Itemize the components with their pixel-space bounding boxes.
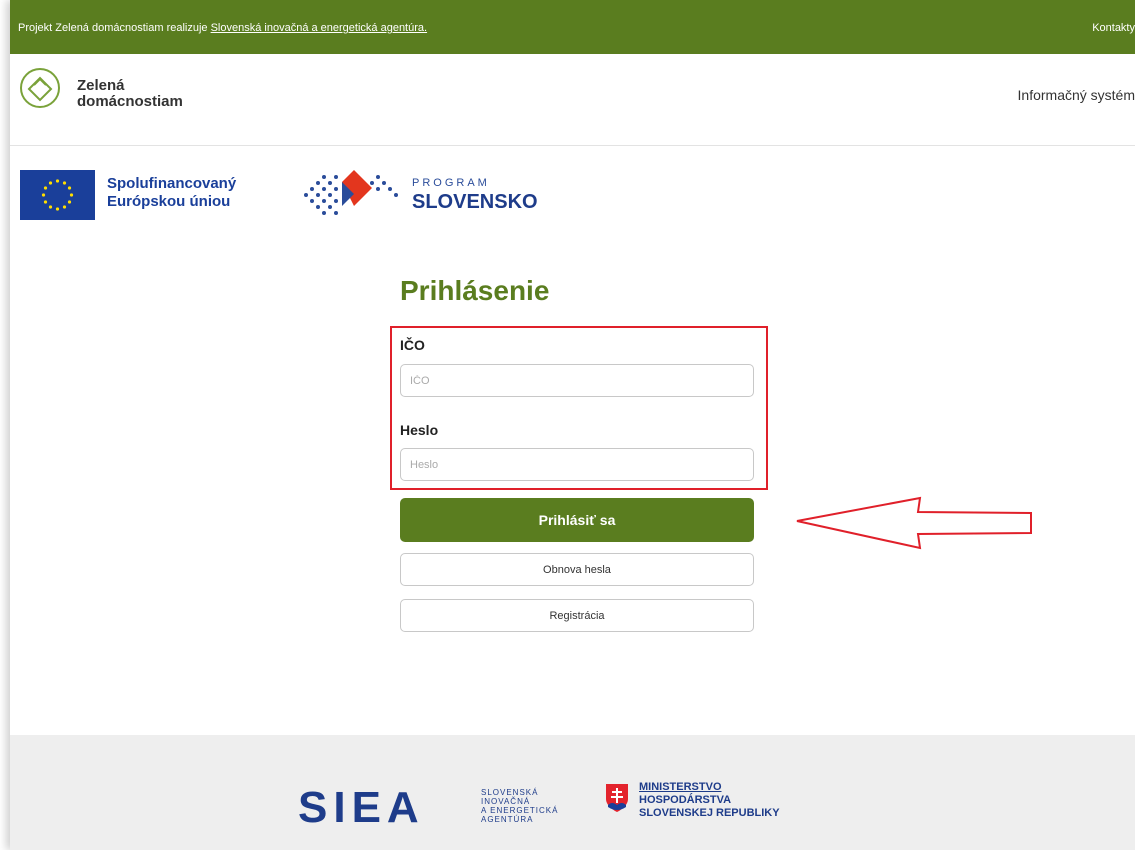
eu-text-line-1: Spolufinancovaný [107, 175, 237, 192]
ministry-line-2: HOSPODÁRSTVA [639, 794, 732, 806]
project-notice: Projekt Zelená domácnostiam realizuje Sl… [18, 22, 427, 34]
contacts-link[interactable]: Kontakty [1092, 22, 1135, 34]
password-label: Heslo [400, 422, 439, 438]
ministry-name: MINISTERSTVO HOSPODÁRSTVA SLOVENSKEJ REP… [639, 781, 780, 820]
site-logo-text[interactable]: Zelená domácnostiam [77, 78, 183, 110]
site-header: Zelená domácnostiam Informačný systém [10, 54, 1135, 146]
login-button[interactable]: Prihlásiť sa [400, 498, 754, 542]
page-title: Prihlásenie [400, 275, 550, 306]
eu-text-line-2: Európskou úniou [107, 193, 231, 210]
siea-link[interactable]: Slovenská inovačná a energetická agentúr… [211, 22, 427, 34]
annotation-arrow-icon [796, 496, 1032, 550]
password-reset-button[interactable]: Obnova hesla [400, 553, 754, 586]
program-slovensko-logo-icon [304, 170, 398, 215]
password-input[interactable] [400, 448, 754, 481]
house-logo-icon[interactable] [18, 66, 62, 110]
ico-label: IČO [400, 337, 425, 353]
ministry-line-1: MINISTERSTVO [639, 781, 722, 793]
ministry-line-3: SLOVENSKEJ REPUBLIKY [639, 807, 780, 819]
ico-input[interactable] [400, 364, 754, 397]
project-notice-text: Projekt Zelená domácnostiam realizuje [18, 22, 211, 34]
logo-line-2: domácnostiam [77, 93, 183, 110]
system-label: Informačný systém [1017, 87, 1135, 103]
eu-flag-icon [20, 170, 95, 220]
siea-line-4: AGENTÚRA [481, 815, 534, 824]
siea-full-name: SLOVENSKÁ INOVAČNÁ A ENERGETICKÁ AGENTÚR… [481, 788, 558, 824]
siea-logo: SIEA [298, 783, 425, 832]
siea-line-1: SLOVENSKÁ [481, 788, 539, 797]
site-footer: SIEA SLOVENSKÁ INOVAČNÁ A ENERGETICKÁ AG… [10, 735, 1135, 850]
top-bar: Projekt Zelená domácnostiam realizuje Sl… [10, 0, 1135, 54]
program-label: PROGRAM [412, 177, 490, 189]
logo-line-1: Zelená [77, 77, 125, 94]
eu-cofinancing-text: Spolufinancovaný Európskou úniou [107, 175, 236, 211]
register-button[interactable]: Registrácia [400, 599, 754, 632]
siea-line-3: A ENERGETICKÁ [481, 806, 559, 815]
slovak-coat-of-arms-icon [606, 784, 628, 812]
slovensko-label: SLOVENSKO [412, 191, 538, 213]
page-frame: Projekt Zelená domácnostiam realizuje Sl… [10, 0, 1135, 850]
siea-line-2: INOVAČNÁ [481, 797, 531, 806]
